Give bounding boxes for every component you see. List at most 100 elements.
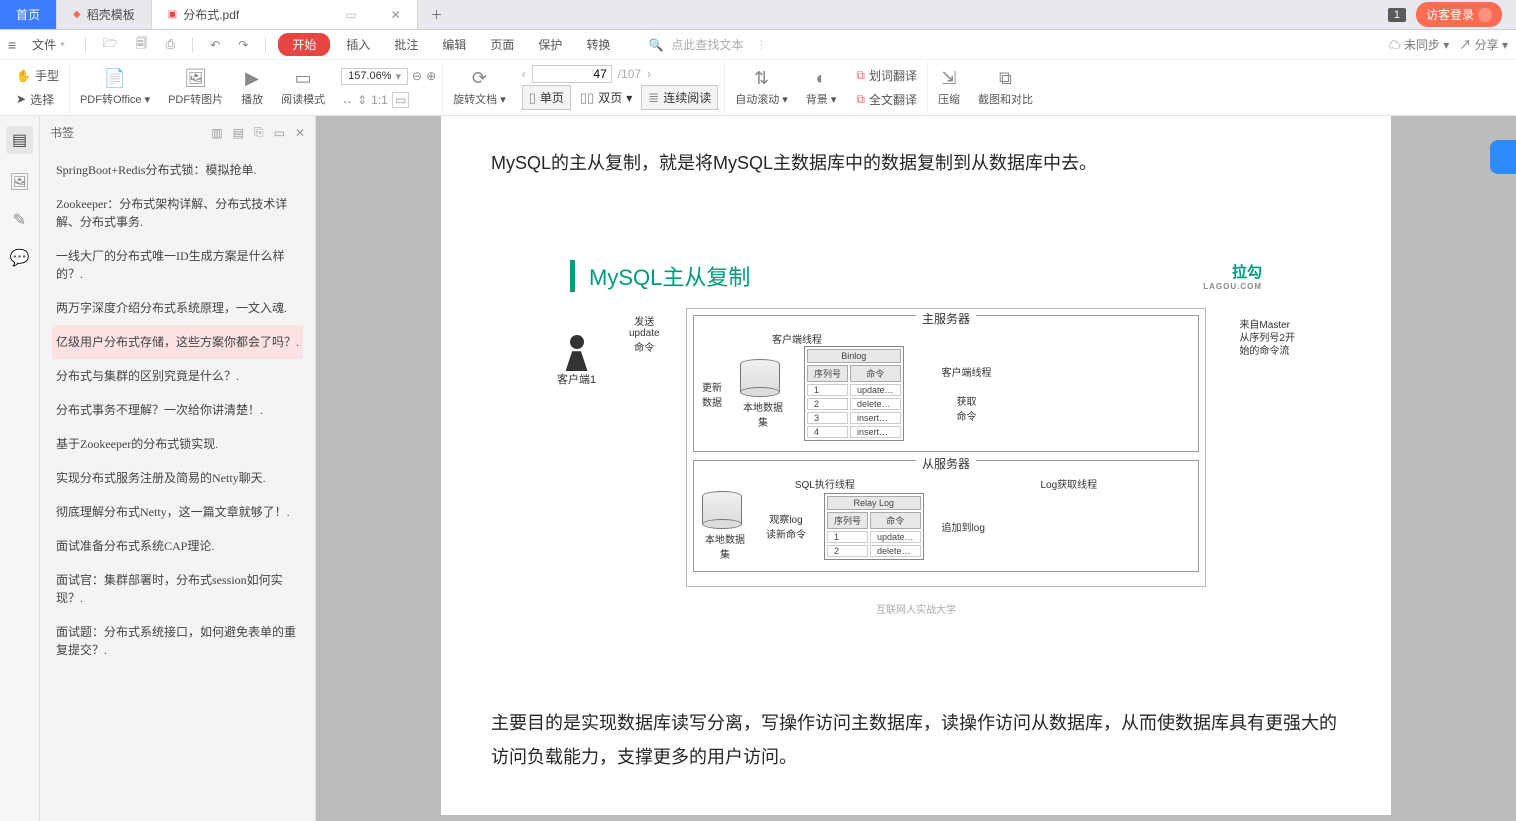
- word-translate[interactable]: ⧉ 划词翻译: [852, 65, 921, 86]
- zoom-input[interactable]: 157.06% ▾: [341, 68, 408, 85]
- pdf2office-icon: 📄: [104, 68, 126, 89]
- expand-all-icon[interactable]: ▥: [211, 126, 222, 140]
- sync-button[interactable]: ☁ 未同步 ▾: [1389, 36, 1450, 53]
- next-page-icon[interactable]: ›: [647, 67, 651, 81]
- redo-icon[interactable]: ↷: [233, 35, 253, 55]
- comment-icon[interactable]: 💬: [10, 248, 30, 268]
- search-icon[interactable]: 🔍: [648, 38, 663, 52]
- menu-edit[interactable]: 编辑: [434, 33, 474, 56]
- brand-logo: 拉勾LAGOU.COM: [1203, 261, 1262, 291]
- play-button[interactable]: ▶播放: [233, 62, 271, 113]
- dict-icon: ⧉: [856, 68, 865, 83]
- auto-scroll[interactable]: ⇅自动滚动 ▾: [727, 62, 796, 113]
- share-button[interactable]: ↗ 分享 ▾: [1459, 36, 1508, 53]
- continuous-icon: ≣: [648, 90, 659, 106]
- search-input[interactable]: 点此查找文本: [671, 36, 743, 53]
- actual-size-icon[interactable]: 1:1: [371, 93, 388, 107]
- bookmark-item[interactable]: 面试官：集群部署时，分布式session如何实现？.: [52, 563, 303, 615]
- daoke-icon: ◆: [73, 9, 81, 20]
- bookmark-item[interactable]: SpringBoot+Redis分布式锁：模拟抢单.: [52, 153, 303, 187]
- right-float-handle[interactable]: [1490, 140, 1516, 174]
- open-icon[interactable]: 🗁: [98, 31, 123, 58]
- select-tool[interactable]: ➤ 选择: [12, 89, 63, 110]
- bookmark-settings-icon[interactable]: ▭: [274, 126, 285, 140]
- tab-file[interactable]: ▣ 分布式.pdf ▭ ✕: [152, 0, 418, 29]
- bookmark-item[interactable]: 一线大厂的分布式唯一ID生成方案是什么样的？.: [52, 239, 303, 291]
- tab-bar: 首页 ◆稻壳模板 ▣ 分布式.pdf ▭ ✕ ＋ 1 访客登录: [0, 0, 1516, 30]
- hand-tool[interactable]: ✋ 手型: [12, 65, 63, 86]
- undo-icon[interactable]: ↶: [205, 35, 225, 55]
- outline-icon[interactable]: ▤: [6, 126, 33, 154]
- close-sidebar-icon[interactable]: ✕: [295, 126, 305, 140]
- compress-icon: ⇲: [941, 68, 956, 89]
- sidebar-title: 书签: [50, 124, 201, 141]
- tab-restore-icon[interactable]: ▭: [345, 8, 356, 22]
- pdf-to-image[interactable]: 🖼PDF转图片: [160, 62, 231, 113]
- read-mode[interactable]: ▭阅读模式: [273, 62, 333, 113]
- menu-file[interactable]: 文件▾: [24, 33, 73, 56]
- diagram-footer: 互联网人实战大学: [556, 601, 1276, 616]
- notification-badge[interactable]: 1: [1388, 8, 1406, 22]
- bookmark-item[interactable]: 亿级用户分布式存储，这些方案你都会了吗？.: [52, 325, 303, 359]
- menu-start[interactable]: 开始: [278, 33, 330, 56]
- bookmark-item[interactable]: 分布式事务不理解？一次给你讲清楚！.: [52, 393, 303, 427]
- bookmark-item[interactable]: 基于Zookeeper的分布式锁实现.: [52, 427, 303, 461]
- slave-server-box: 从服务器 SQL执行线程Log获取线程 本地数据集 观察log 读新命令 Rel…: [693, 460, 1199, 572]
- menu-page[interactable]: 页面: [482, 33, 522, 56]
- tab-close-icon[interactable]: ✕: [391, 8, 401, 22]
- document-viewer[interactable]: MySQL的主从复制，就是将MySQL主数据库中的数据复制到从数据库中去。 My…: [316, 116, 1516, 821]
- pdf-icon: ▣: [168, 9, 177, 20]
- double-icon: ▯▯: [580, 90, 594, 106]
- bookmark-item[interactable]: 实现分布式服务注册及简易的Netty聊天.: [52, 461, 303, 495]
- double-page-mode[interactable]: ▯▯双页 ▾: [573, 85, 639, 110]
- menu-protect[interactable]: 保护: [530, 33, 570, 56]
- paragraph-2: 主要目的是实现数据库读写分离，写操作访问主数据库，读操作访问从数据库，从而使数据…: [491, 706, 1341, 774]
- bookmark-item[interactable]: 面试题：分布式系统接口，如何避免表单的重复提交？.: [52, 615, 303, 667]
- single-page-mode[interactable]: ▯单页: [522, 85, 571, 110]
- rotate-doc[interactable]: ⟳旋转文档 ▾: [445, 62, 514, 113]
- page-number-input[interactable]: [532, 65, 612, 83]
- new-tab-button[interactable]: ＋: [418, 0, 456, 29]
- print-icon[interactable]: ⎙: [161, 34, 181, 55]
- zoom-out-icon[interactable]: ⊖: [412, 69, 422, 83]
- continuous-mode[interactable]: ≣连续阅读: [641, 85, 718, 110]
- bookmark-item[interactable]: 彻底理解分布式Netty，这一篇文章就够了！.: [52, 495, 303, 529]
- full-translate[interactable]: ⧉ 全文翻译: [852, 89, 921, 110]
- pdf-to-office[interactable]: 📄PDF转Office ▾: [72, 62, 158, 113]
- bookmark-item[interactable]: 分布式与集群的区别究竟是什么？.: [52, 359, 303, 393]
- bookmark-item[interactable]: 面试准备分布式系统CAP理论.: [52, 529, 303, 563]
- capture-compare[interactable]: ⧉截图和对比: [970, 62, 1041, 113]
- master-server-box: 主服务器 客户端线程 更新 数据 本地数据集 Binlog 序列号命令 1upd…: [693, 315, 1199, 452]
- page-total: /107: [618, 67, 641, 81]
- login-button[interactable]: 访客登录: [1416, 2, 1502, 27]
- fit-width-icon[interactable]: ↔: [341, 93, 353, 107]
- add-bookmark-icon[interactable]: ⎘: [254, 125, 264, 140]
- bookmark-item[interactable]: Zookeeper：分布式架构详解、分布式技术详解、分布式事务.: [52, 187, 303, 239]
- menu-annotate[interactable]: 批注: [386, 33, 426, 56]
- tab-home[interactable]: 首页: [0, 0, 57, 29]
- tab-daoke[interactable]: ◆稻壳模板: [57, 0, 152, 29]
- background[interactable]: ◐背景 ▾: [798, 62, 845, 113]
- fulltrans-icon: ⧉: [856, 92, 865, 107]
- save-icon[interactable]: 🗐: [131, 31, 153, 58]
- pdf2pic-icon: 🖼: [184, 68, 207, 89]
- avatar-icon: [1478, 8, 1492, 22]
- compress[interactable]: ⇲压缩: [930, 62, 968, 113]
- zoom-in-icon[interactable]: ⊕: [426, 69, 436, 83]
- background-icon: ◐: [816, 68, 827, 89]
- menu-insert[interactable]: 插入: [338, 33, 378, 56]
- prev-page-icon[interactable]: ‹: [522, 67, 526, 81]
- main-area: ▤ 🖼 ✎ 💬 书签 ▥ ▤ ⎘ ▭ ✕ SpringBoot+Redis分布式…: [0, 116, 1516, 821]
- hamburger-icon[interactable]: ≡: [8, 37, 16, 53]
- bookmark-sidebar: 书签 ▥ ▤ ⎘ ▭ ✕ SpringBoot+Redis分布式锁：模拟抢单.Z…: [40, 116, 316, 821]
- thumbnail-icon[interactable]: 🖼: [9, 172, 29, 192]
- send-label: 发送 update 命令: [629, 313, 660, 354]
- bookmark-item[interactable]: 两万字深度介绍分布式系统原理，一文入魂.: [52, 291, 303, 325]
- relay-table: Relay Log 序列号命令 1update…2delete…: [824, 493, 924, 560]
- menu-convert[interactable]: 转换: [578, 33, 618, 56]
- fit-visible-icon[interactable]: ▭: [392, 92, 409, 108]
- fit-page-icon[interactable]: ⇕: [357, 93, 367, 107]
- db-icon: 本地数据集: [740, 359, 786, 429]
- collapse-all-icon[interactable]: ▤: [233, 126, 244, 140]
- attachment-icon[interactable]: ✎: [13, 210, 26, 230]
